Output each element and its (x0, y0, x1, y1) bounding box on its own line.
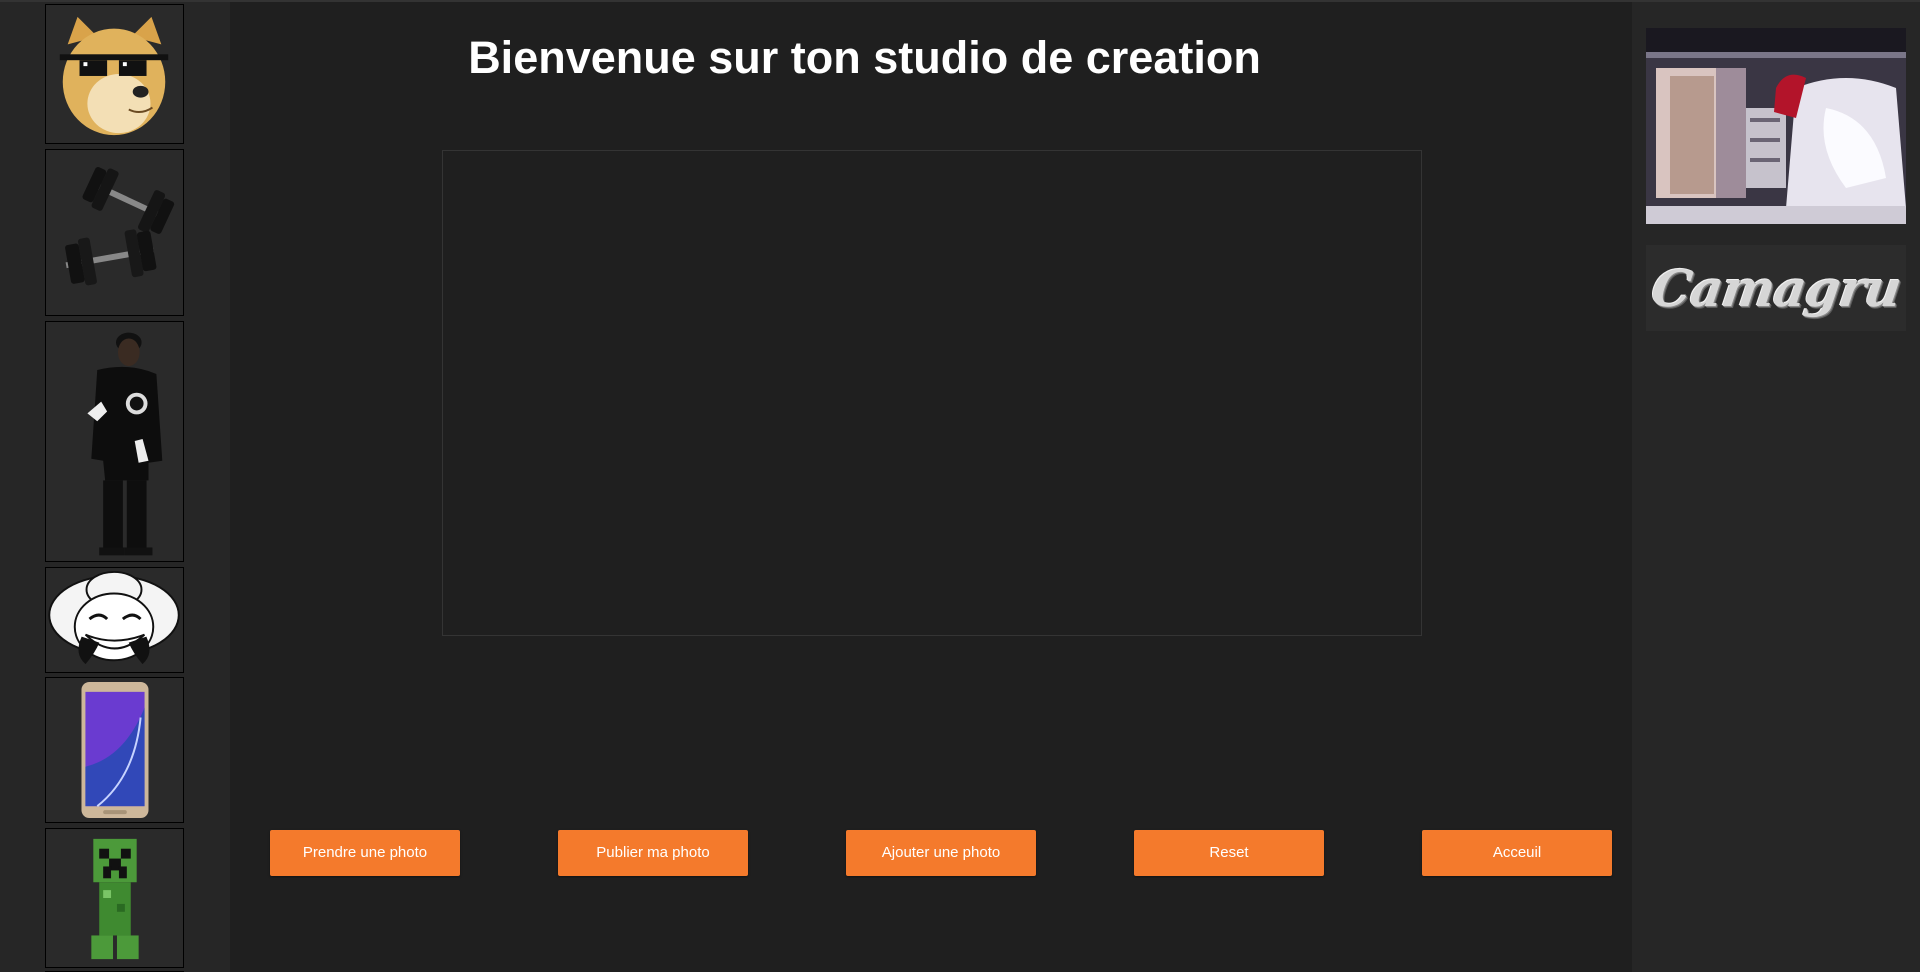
sticker-doge[interactable] (45, 4, 184, 144)
sticker-troll-face[interactable] (45, 567, 184, 673)
sticker-smartphone[interactable] (45, 677, 184, 823)
webcam-preview (1646, 28, 1906, 224)
dumbbells-sticker-icon (46, 150, 183, 315)
page-title: Bienvenue sur ton studio de creation (230, 32, 1569, 84)
home-button[interactable]: Acceuil (1422, 830, 1612, 876)
camagru-logo: Camagru (1646, 245, 1906, 331)
camagru-logo-text: Camagru (1647, 258, 1905, 318)
add-photo-button[interactable]: Ajouter une photo (846, 830, 1036, 876)
rapper-sticker-icon (46, 322, 183, 561)
sticker-dumbbells[interactable] (45, 149, 184, 316)
smartphone-sticker-icon (46, 678, 183, 822)
creeper-sticker-icon (46, 829, 183, 967)
take-photo-button[interactable]: Prendre une photo (270, 830, 460, 876)
sticker-creeper[interactable] (45, 828, 184, 968)
right-sidebar: Camagru (1632, 2, 1920, 972)
reset-button[interactable]: Reset (1134, 830, 1324, 876)
webcam-feed-image (1646, 28, 1906, 224)
studio-page: Bienvenue sur ton studio de creation Pre… (0, 0, 1920, 972)
sticker-sidebar (0, 2, 230, 972)
doge-sticker-icon (46, 5, 183, 143)
publish-photo-button[interactable]: Publier ma photo (558, 830, 748, 876)
troll-face-sticker-icon (46, 568, 183, 672)
photo-canvas[interactable] (442, 150, 1422, 636)
sticker-rapper[interactable] (45, 321, 184, 562)
page-title-text: Bienvenue sur ton studio de creation (468, 32, 1261, 83)
